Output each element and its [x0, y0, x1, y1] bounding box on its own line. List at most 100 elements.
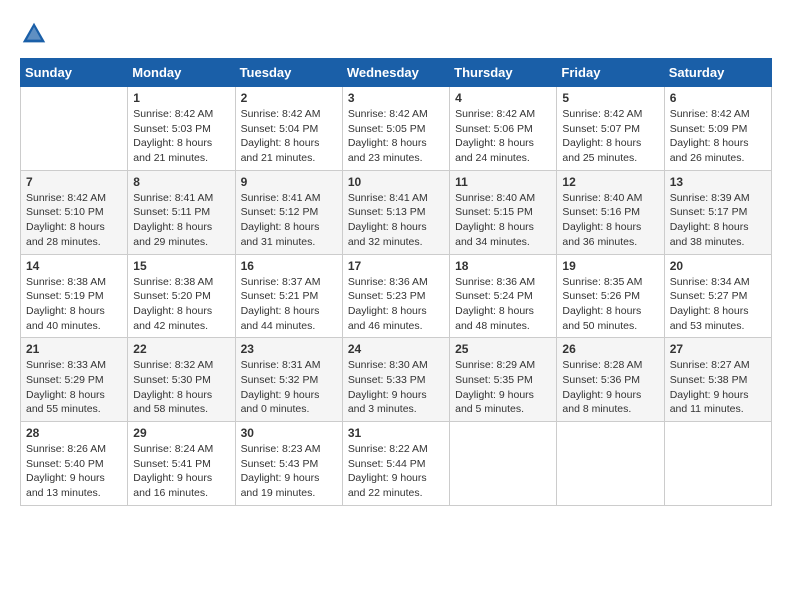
page-header [20, 20, 772, 48]
day-number: 7 [26, 175, 122, 189]
calendar-cell: 14 Sunrise: 8:38 AMSunset: 5:19 PMDayligh… [21, 254, 128, 338]
day-info: Sunrise: 8:33 AMSunset: 5:29 PMDaylight:… [26, 358, 122, 417]
day-number: 9 [241, 175, 337, 189]
day-info: Sunrise: 8:24 AMSunset: 5:41 PMDaylight:… [133, 442, 229, 501]
day-info: Sunrise: 8:42 AMSunset: 5:04 PMDaylight:… [241, 107, 337, 166]
day-number: 21 [26, 342, 122, 356]
logo [20, 20, 52, 48]
calendar-header-cell: Saturday [664, 59, 771, 87]
day-info: Sunrise: 8:35 AMSunset: 5:26 PMDaylight:… [562, 275, 658, 334]
day-info: Sunrise: 8:37 AMSunset: 5:21 PMDaylight:… [241, 275, 337, 334]
day-info: Sunrise: 8:34 AMSunset: 5:27 PMDaylight:… [670, 275, 766, 334]
day-info: Sunrise: 8:32 AMSunset: 5:30 PMDaylight:… [133, 358, 229, 417]
day-info: Sunrise: 8:36 AMSunset: 5:23 PMDaylight:… [348, 275, 444, 334]
calendar-cell: 29 Sunrise: 8:24 AMSunset: 5:41 PMDayligh… [128, 422, 235, 506]
calendar-body: 1 Sunrise: 8:42 AMSunset: 5:03 PMDaylight… [21, 87, 772, 506]
day-number: 28 [26, 426, 122, 440]
day-info: Sunrise: 8:41 AMSunset: 5:13 PMDaylight:… [348, 191, 444, 250]
day-info: Sunrise: 8:36 AMSunset: 5:24 PMDaylight:… [455, 275, 551, 334]
day-info: Sunrise: 8:40 AMSunset: 5:16 PMDaylight:… [562, 191, 658, 250]
calendar-week-row: 1 Sunrise: 8:42 AMSunset: 5:03 PMDaylight… [21, 87, 772, 171]
calendar-cell: 25 Sunrise: 8:29 AMSunset: 5:35 PMDayligh… [450, 338, 557, 422]
day-number: 19 [562, 259, 658, 273]
calendar-header-row: SundayMondayTuesdayWednesdayThursdayFrid… [21, 59, 772, 87]
day-number: 13 [670, 175, 766, 189]
calendar-cell: 9 Sunrise: 8:41 AMSunset: 5:12 PMDaylight… [235, 170, 342, 254]
calendar-cell: 15 Sunrise: 8:38 AMSunset: 5:20 PMDayligh… [128, 254, 235, 338]
calendar-cell: 8Sunrise: 8:41 AMSunset: 5:11 PMDaylight… [128, 170, 235, 254]
calendar-cell [450, 422, 557, 506]
calendar-cell: 22 Sunrise: 8:32 AMSunset: 5:30 PMDayligh… [128, 338, 235, 422]
calendar-week-row: 21 Sunrise: 8:33 AMSunset: 5:29 PMDayligh… [21, 338, 772, 422]
calendar-header-cell: Monday [128, 59, 235, 87]
calendar-cell: 2 Sunrise: 8:42 AMSunset: 5:04 PMDaylight… [235, 87, 342, 171]
day-number: 1 [133, 91, 229, 105]
day-number: 26 [562, 342, 658, 356]
day-info: Sunrise: 8:23 AMSunset: 5:43 PMDaylight:… [241, 442, 337, 501]
day-info: Sunrise: 8:41 AMSunset: 5:12 PMDaylight:… [241, 191, 337, 250]
calendar-cell: 23Sunrise: 8:31 AMSunset: 5:32 PMDayligh… [235, 338, 342, 422]
calendar-cell: 26Sunrise: 8:28 AMSunset: 5:36 PMDayligh… [557, 338, 664, 422]
calendar-week-row: 7 Sunrise: 8:42 AMSunset: 5:10 PMDaylight… [21, 170, 772, 254]
calendar-cell: 3 Sunrise: 8:42 AMSunset: 5:05 PMDaylight… [342, 87, 449, 171]
day-number: 5 [562, 91, 658, 105]
day-number: 4 [455, 91, 551, 105]
calendar-cell [557, 422, 664, 506]
day-number: 11 [455, 175, 551, 189]
day-info: Sunrise: 8:38 AMSunset: 5:19 PMDaylight:… [26, 275, 122, 334]
generalblue-logo-icon [20, 20, 48, 48]
day-number: 17 [348, 259, 444, 273]
day-number: 3 [348, 91, 444, 105]
calendar-cell: 5 Sunrise: 8:42 AMSunset: 5:07 PMDaylight… [557, 87, 664, 171]
day-info: Sunrise: 8:39 AMSunset: 5:17 PMDaylight:… [670, 191, 766, 250]
day-number: 31 [348, 426, 444, 440]
day-number: 29 [133, 426, 229, 440]
calendar-header-cell: Friday [557, 59, 664, 87]
day-info: Sunrise: 8:42 AMSunset: 5:07 PMDaylight:… [562, 107, 658, 166]
calendar-table: SundayMondayTuesdayWednesdayThursdayFrid… [20, 58, 772, 506]
day-info: Sunrise: 8:29 AMSunset: 5:35 PMDaylight:… [455, 358, 551, 417]
day-info: Sunrise: 8:38 AMSunset: 5:20 PMDaylight:… [133, 275, 229, 334]
calendar-week-row: 28Sunrise: 8:26 AMSunset: 5:40 PMDayligh… [21, 422, 772, 506]
day-info: Sunrise: 8:42 AMSunset: 5:05 PMDaylight:… [348, 107, 444, 166]
calendar-cell: 4 Sunrise: 8:42 AMSunset: 5:06 PMDaylight… [450, 87, 557, 171]
calendar-cell: 20 Sunrise: 8:34 AMSunset: 5:27 PMDayligh… [664, 254, 771, 338]
calendar-cell: 1 Sunrise: 8:42 AMSunset: 5:03 PMDaylight… [128, 87, 235, 171]
calendar-header-cell: Tuesday [235, 59, 342, 87]
day-number: 2 [241, 91, 337, 105]
day-info: Sunrise: 8:40 AMSunset: 5:15 PMDaylight:… [455, 191, 551, 250]
calendar-cell: 30 Sunrise: 8:23 AMSunset: 5:43 PMDayligh… [235, 422, 342, 506]
calendar-cell: 18Sunrise: 8:36 AMSunset: 5:24 PMDayligh… [450, 254, 557, 338]
calendar-cell: 11 Sunrise: 8:40 AMSunset: 5:15 PMDayligh… [450, 170, 557, 254]
calendar-cell: 27Sunrise: 8:27 AMSunset: 5:38 PMDayligh… [664, 338, 771, 422]
calendar-cell: 24Sunrise: 8:30 AMSunset: 5:33 PMDayligh… [342, 338, 449, 422]
day-number: 14 [26, 259, 122, 273]
calendar-cell: 17 Sunrise: 8:36 AMSunset: 5:23 PMDayligh… [342, 254, 449, 338]
calendar-week-row: 14 Sunrise: 8:38 AMSunset: 5:19 PMDayligh… [21, 254, 772, 338]
day-number: 16 [241, 259, 337, 273]
day-number: 10 [348, 175, 444, 189]
day-info: Sunrise: 8:22 AMSunset: 5:44 PMDaylight:… [348, 442, 444, 501]
calendar-cell: 16 Sunrise: 8:37 AMSunset: 5:21 PMDayligh… [235, 254, 342, 338]
day-number: 15 [133, 259, 229, 273]
calendar-cell: 6 Sunrise: 8:42 AMSunset: 5:09 PMDaylight… [664, 87, 771, 171]
day-info: Sunrise: 8:42 AMSunset: 5:10 PMDaylight:… [26, 191, 122, 250]
day-number: 22 [133, 342, 229, 356]
day-number: 30 [241, 426, 337, 440]
calendar-cell: 19 Sunrise: 8:35 AMSunset: 5:26 PMDayligh… [557, 254, 664, 338]
calendar-cell: 28Sunrise: 8:26 AMSunset: 5:40 PMDayligh… [21, 422, 128, 506]
calendar-cell: 21 Sunrise: 8:33 AMSunset: 5:29 PMDayligh… [21, 338, 128, 422]
day-info: Sunrise: 8:42 AMSunset: 5:06 PMDaylight:… [455, 107, 551, 166]
calendar-cell: 7 Sunrise: 8:42 AMSunset: 5:10 PMDaylight… [21, 170, 128, 254]
calendar-header-cell: Sunday [21, 59, 128, 87]
day-number: 8 [133, 175, 229, 189]
day-info: Sunrise: 8:42 AMSunset: 5:03 PMDaylight:… [133, 107, 229, 166]
day-number: 25 [455, 342, 551, 356]
calendar-header-cell: Thursday [450, 59, 557, 87]
day-number: 24 [348, 342, 444, 356]
day-info: Sunrise: 8:42 AMSunset: 5:09 PMDaylight:… [670, 107, 766, 166]
day-number: 20 [670, 259, 766, 273]
day-number: 6 [670, 91, 766, 105]
calendar-header-cell: Wednesday [342, 59, 449, 87]
calendar-cell [21, 87, 128, 171]
